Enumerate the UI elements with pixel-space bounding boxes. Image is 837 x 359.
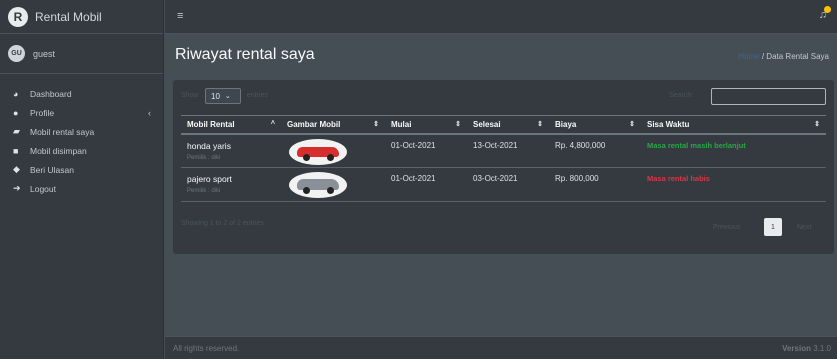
user-panel[interactable]: GU guest xyxy=(0,34,163,74)
car-name: honda yaris xyxy=(187,140,231,151)
sidebar-item-logout[interactable]: ➔ Logout xyxy=(0,179,163,198)
column-header-gambar-mobil[interactable]: Gambar Mobil ⇕ xyxy=(281,115,385,135)
sort-icon: ⇕ xyxy=(537,121,543,128)
sidebar: R Rental Mobil GU guest ◕ Dashboard ● Pr… xyxy=(0,0,164,359)
table-header-row: Mobil Rental ˄ Gambar Mobil ⇕ Mulai ⇕ Seles… xyxy=(181,115,826,135)
car-image-red xyxy=(289,138,347,165)
length-after-label: entries xyxy=(247,92,269,99)
entries-per-page-value: 10 xyxy=(211,91,220,101)
cell-car-image xyxy=(281,133,385,168)
cell-car-name: honda yaris Pemilik : diki xyxy=(181,133,281,168)
user-name: guest xyxy=(33,48,56,59)
column-header-mobil-rental[interactable]: Mobil Rental ˄ xyxy=(181,115,281,135)
breadcrumb: Home / Data Rental Saya xyxy=(738,52,829,61)
version-label: Version xyxy=(782,344,811,353)
sidebar-item-label: Logout xyxy=(30,183,56,194)
sidebar-item-label: Profile xyxy=(30,107,55,118)
cell-cost: Rp. 800,000 xyxy=(549,167,641,202)
breadcrumb-home-link[interactable]: Home xyxy=(738,52,759,61)
pagination-previous[interactable]: Previous xyxy=(713,224,740,231)
column-header-biaya[interactable]: Biaya ⇕ xyxy=(549,115,641,135)
cell-end: 13-Oct-2021 xyxy=(467,133,549,168)
pagination-next[interactable]: Next xyxy=(797,224,811,231)
cell-car-image xyxy=(281,167,385,202)
sidebar-item-label: Mobil disimpan xyxy=(30,145,87,156)
sign-out-icon: ➔ xyxy=(13,183,21,193)
content-header: Riwayat rental saya Home / Data Rental S… xyxy=(165,34,837,76)
footer-copyright: All rights reserved. xyxy=(173,344,240,353)
entries-per-page-select[interactable]: 10 ⌄ xyxy=(205,88,241,104)
breadcrumb-current: Data Rental Saya xyxy=(766,52,829,61)
search-input[interactable] xyxy=(711,88,826,105)
sidebar-item-label: Beri Ulasan xyxy=(30,164,74,175)
column-header-mulai[interactable]: Mulai ⇕ xyxy=(385,115,467,135)
cell-end: 03-Oct-2021 xyxy=(467,167,549,202)
sidebar-item-dashboard[interactable]: ◕ Dashboard xyxy=(0,84,163,103)
chevron-down-icon: ⌄ xyxy=(224,93,231,100)
avatar: GU xyxy=(8,45,25,62)
version-value: 3.1.0 xyxy=(813,344,831,353)
sort-icon: ⇕ xyxy=(455,121,461,128)
table-row: pajero sport Pemilik : diki 01-Oct-2021 … xyxy=(181,167,826,202)
sidebar-item-beri-ulasan[interactable]: ◆ Beri Ulasan xyxy=(0,160,163,179)
sidebar-item-label: Dashboard xyxy=(30,88,72,99)
chevron-left-icon: ‹ xyxy=(148,107,151,118)
breadcrumb-separator: / xyxy=(761,52,765,61)
footer: All rights reserved. Version 3.1.0 xyxy=(165,336,837,359)
pagination-page-1[interactable]: 1 xyxy=(764,218,782,236)
comments-icon: ◆ xyxy=(13,164,20,174)
top-navbar: ≡ ♫ xyxy=(165,0,837,34)
status-text: Masa rental habis xyxy=(647,174,710,183)
sort-icon: ˄ xyxy=(270,120,275,127)
sort-icon: ⇕ xyxy=(629,121,635,128)
cell-car-name: pajero sport Pemilik : diki xyxy=(181,167,281,202)
bookmark-icon: ■ xyxy=(13,145,19,156)
user-icon: ● xyxy=(13,107,19,118)
car-icon: ▰ xyxy=(13,126,20,136)
table-row: honda yaris Pemilik : diki 01-Oct-2021 1… xyxy=(181,133,826,168)
sidebar-item-mobil-disimpan[interactable]: ■ Mobil disimpan xyxy=(0,141,163,160)
footer-version: Version 3.1.0 xyxy=(782,344,831,353)
length-label: Show xyxy=(181,92,199,99)
car-owner: Pemilik : diki xyxy=(187,188,221,194)
brand-logo-icon: R xyxy=(8,6,28,27)
brand-link[interactable]: R Rental Mobil xyxy=(0,0,163,34)
cell-status: Masa rental habis xyxy=(641,167,826,202)
column-header-sisa-waktu[interactable]: Sisa Waktu ⇕ xyxy=(641,115,826,135)
car-image-grey xyxy=(289,172,347,198)
sidebar-nav: ◕ Dashboard ● Profile ‹ ▰ Mobil rental s… xyxy=(0,74,163,198)
sidebar-item-label: Mobil rental saya xyxy=(30,126,95,137)
brand-name: Rental Mobil xyxy=(35,9,102,24)
notification-badge xyxy=(824,6,831,13)
cell-start: 01-Oct-2021 xyxy=(385,167,467,202)
sidebar-item-mobil-rental-saya[interactable]: ▰ Mobil rental saya xyxy=(0,122,163,141)
page-title: Riwayat rental saya xyxy=(175,46,315,63)
cell-status: Masa rental masih berlanjut xyxy=(641,133,826,168)
rental-table: Mobil Rental ˄ Gambar Mobil ⇕ Mulai ⇕ Seles… xyxy=(181,115,826,202)
rental-history-card: Show 10 ⌄ entries Search: Mobil Rental ˄ … xyxy=(173,80,834,254)
cell-start: 01-Oct-2021 xyxy=(385,133,467,168)
status-text: Masa rental masih berlanjut xyxy=(647,140,746,150)
menu-toggle-icon[interactable]: ≡ xyxy=(177,10,183,22)
sort-icon: ⇕ xyxy=(814,121,820,128)
sort-icon: ⇕ xyxy=(373,121,379,128)
cell-cost: Rp. 4,800,000 xyxy=(549,133,641,168)
table-info: Showing 1 to 2 of 2 entries xyxy=(181,220,264,227)
column-header-selesai[interactable]: Selesai ⇕ xyxy=(467,115,549,135)
car-owner: Pemilik : diki xyxy=(187,154,221,161)
sidebar-item-profile[interactable]: ● Profile ‹ xyxy=(0,103,163,122)
search-label: Search: xyxy=(669,92,694,99)
tachometer-icon: ◕ xyxy=(13,88,19,99)
car-name: pajero sport xyxy=(187,174,232,184)
